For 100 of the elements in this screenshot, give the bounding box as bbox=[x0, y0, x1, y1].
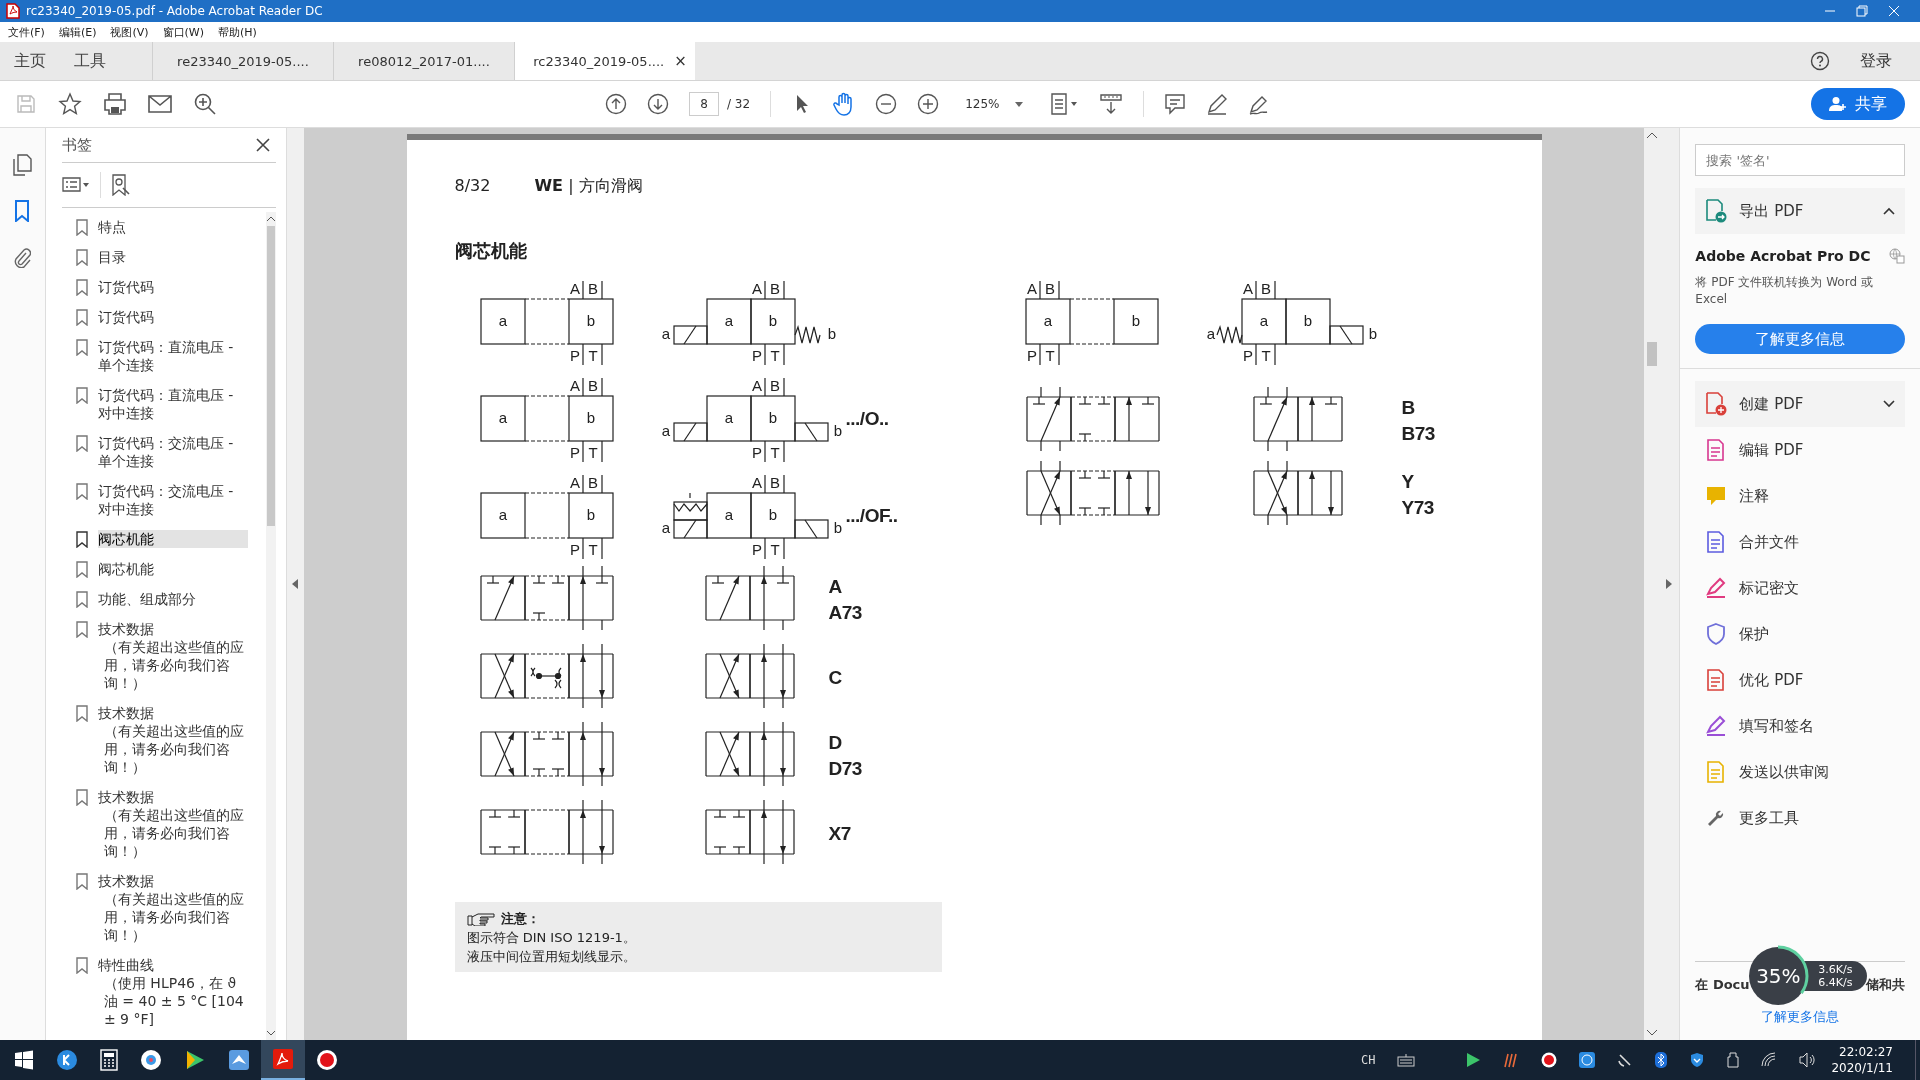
taskbar-app[interactable] bbox=[261, 1040, 305, 1080]
zoom-out-icon[interactable] bbox=[875, 93, 898, 115]
scroll-mode-icon[interactable] bbox=[1099, 92, 1124, 116]
print-icon[interactable] bbox=[103, 93, 127, 115]
fit-page-icon[interactable] bbox=[1049, 92, 1080, 116]
restore-icon[interactable] bbox=[1856, 5, 1868, 17]
bookmark-icon bbox=[75, 705, 88, 722]
clock-time[interactable]: 22:02:27 bbox=[1839, 1044, 1893, 1060]
pointing-hand-icon bbox=[466, 912, 497, 926]
record-icon[interactable] bbox=[1541, 1052, 1558, 1068]
zoom-dropdown[interactable]: 125% bbox=[959, 94, 1030, 114]
bookmark-item[interactable]: 技术数据 （有关超出这些值的应用，请务必向我们咨询！） bbox=[97, 872, 248, 944]
tool-item[interactable]: 更多工具 bbox=[1695, 795, 1905, 841]
search-icon[interactable] bbox=[193, 92, 217, 116]
page-number-field[interactable]: 8 bbox=[689, 92, 719, 116]
pen-icon[interactable] bbox=[1206, 93, 1229, 115]
tool-item[interactable]: 填写和签名 bbox=[1695, 703, 1905, 749]
tool-item[interactable]: 优化 PDF bbox=[1695, 657, 1905, 703]
comment-icon[interactable] bbox=[1164, 93, 1187, 115]
bookmark-item[interactable]: 阀芯机能 bbox=[97, 560, 248, 578]
menu-item[interactable]: 窗口(W) bbox=[162, 24, 205, 40]
bookmark-item[interactable]: 订货代码 bbox=[97, 278, 248, 296]
scroll-thumb[interactable] bbox=[266, 226, 275, 526]
note-text: 图示符合 DIN ISO 1219-1。 bbox=[466, 929, 637, 947]
next-page-icon[interactable] bbox=[647, 93, 669, 115]
start-icon[interactable] bbox=[14, 1050, 34, 1070]
app-icon[interactable] bbox=[56, 1049, 78, 1071]
tool-item[interactable]: 标记密文 bbox=[1695, 565, 1905, 611]
bird-app-icon[interactable] bbox=[228, 1049, 250, 1071]
bookmark-item[interactable]: 订货代码：直流电压 - 对中连接 bbox=[97, 386, 248, 422]
collapse-arrow-icon[interactable] bbox=[292, 579, 299, 589]
scroll-down-icon[interactable] bbox=[266, 1030, 275, 1036]
bookmark-icon[interactable] bbox=[14, 200, 31, 222]
menu-item[interactable]: 文件(F) bbox=[8, 24, 45, 40]
close-icon[interactable] bbox=[255, 138, 270, 152]
tool-item[interactable]: 编辑 PDF bbox=[1695, 427, 1905, 473]
nav-tab[interactable]: 主页 bbox=[0, 42, 60, 80]
learn-more-button[interactable]: 了解更多信息 bbox=[1695, 324, 1905, 354]
record-icon[interactable] bbox=[316, 1049, 338, 1071]
keyboard-icon[interactable] bbox=[1397, 1053, 1416, 1067]
bookmark-item[interactable]: 订货代码：交流电压 - 对中连接 bbox=[97, 482, 248, 518]
app-icon[interactable] bbox=[1579, 1052, 1596, 1068]
paperclip-icon[interactable] bbox=[13, 246, 32, 268]
bookmark-item[interactable]: 阀芯机能 bbox=[97, 530, 248, 548]
share-button[interactable]: 共享 bbox=[1811, 88, 1905, 120]
sign-in-link[interactable]: 登录 bbox=[1860, 42, 1892, 80]
usb-drive-icon[interactable] bbox=[1727, 1052, 1740, 1068]
mail-icon[interactable] bbox=[148, 95, 172, 113]
bookmark-search-icon[interactable] bbox=[110, 174, 131, 196]
tool-item[interactable]: 合并文件 bbox=[1695, 519, 1905, 565]
scroll-up-icon[interactable] bbox=[266, 216, 275, 222]
bookmark-item[interactable]: 技术数据 （有关超出这些值的应用，请务必向我们咨询！） bbox=[97, 704, 248, 776]
bookmark-item[interactable]: 订货代码：直流电压 - 单个连接 bbox=[97, 338, 248, 374]
tool-item[interactable]: 保护 bbox=[1695, 611, 1905, 657]
document-tab[interactable]: rc23340_2019-05.... × bbox=[514, 42, 695, 80]
bookmark-icon bbox=[75, 789, 88, 806]
bookmark-item[interactable]: 订货代码 bbox=[97, 308, 248, 326]
export-icon bbox=[1705, 199, 1728, 223]
menu-item[interactable]: 帮助(H) bbox=[218, 24, 257, 40]
bookmark-item[interactable]: 订货代码：交流电压 - 单个连接 bbox=[97, 434, 248, 470]
help-icon[interactable] bbox=[1810, 51, 1830, 71]
zoom-in-icon[interactable] bbox=[917, 93, 940, 115]
speaker-icon[interactable] bbox=[1799, 1052, 1818, 1068]
play-icon[interactable] bbox=[184, 1049, 206, 1071]
expand-arrow-icon[interactable] bbox=[1666, 579, 1673, 589]
search-field[interactable]: 搜索 '签名' bbox=[1695, 144, 1905, 176]
shield-icon[interactable] bbox=[1689, 1052, 1706, 1068]
clock-date[interactable]: 2020/1/11 bbox=[1831, 1060, 1893, 1076]
tool-item[interactable]: 发送以供审阅 bbox=[1695, 749, 1905, 795]
menu-item[interactable]: 编辑(E) bbox=[58, 24, 97, 40]
pages-icon[interactable] bbox=[12, 154, 33, 176]
bookmark-item[interactable]: 技术数据 （有关超出这些值的应用，请务必向我们咨询！） bbox=[97, 788, 248, 860]
document-tab[interactable]: re23340_2019-05.... bbox=[152, 42, 333, 80]
bluetooth-icon[interactable] bbox=[1655, 1052, 1668, 1068]
scroll-up-icon[interactable] bbox=[1646, 132, 1657, 138]
play-icon[interactable] bbox=[1465, 1052, 1482, 1068]
stripes-icon[interactable] bbox=[1503, 1052, 1520, 1068]
scroll-down-icon[interactable] bbox=[1646, 1030, 1657, 1036]
bookmark-item[interactable]: 目录 bbox=[97, 248, 248, 266]
port-label: T bbox=[769, 347, 780, 364]
page-total: / 32 bbox=[727, 97, 751, 111]
wifi-icon[interactable] bbox=[1761, 1052, 1778, 1068]
export-pdf-section[interactable]: 导出 PDF bbox=[1695, 188, 1905, 234]
bookmark-item[interactable]: 功能、组成部分 bbox=[97, 590, 248, 608]
previous-page-icon[interactable] bbox=[605, 93, 627, 115]
create-pdf-section[interactable]: 创建 PDF bbox=[1695, 381, 1905, 427]
bookmark-item[interactable]: 特性曲线 （使用 HLP46，在 ϑ油 = 40 ± 5 °C [104 ± 9 °F] bbox=[97, 956, 248, 1028]
bookmark-item[interactable]: 特点 bbox=[97, 218, 248, 236]
nav-tab[interactable]: 工具 bbox=[60, 42, 120, 80]
options-icon[interactable] bbox=[61, 177, 90, 193]
scroll-thumb[interactable] bbox=[1646, 342, 1657, 366]
bookmark-icon bbox=[75, 531, 88, 548]
star-icon[interactable] bbox=[58, 92, 82, 116]
input-method[interactable]: CH bbox=[1361, 1053, 1376, 1067]
menu-item[interactable]: 视图(V) bbox=[110, 24, 149, 40]
learn-more-link[interactable]: 了解更多信息 bbox=[1761, 1008, 1840, 1026]
calculator-icon[interactable] bbox=[100, 1049, 118, 1071]
camera-app-icon[interactable] bbox=[140, 1049, 162, 1071]
bookmark-item[interactable]: 技术数据 （有关超出这些值的应用，请务必向我们咨询！） bbox=[97, 620, 248, 692]
tool-item[interactable]: 注释 bbox=[1695, 473, 1905, 519]
